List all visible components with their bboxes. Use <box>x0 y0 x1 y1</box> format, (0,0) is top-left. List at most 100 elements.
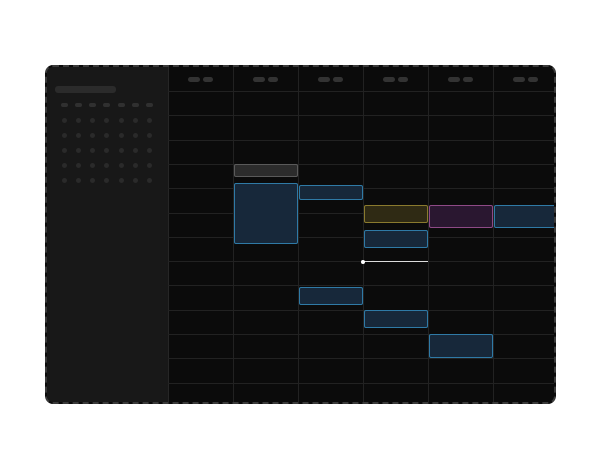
day-dot <box>104 117 110 123</box>
mini-calendar-day[interactable] <box>86 162 100 168</box>
mini-calendar-day[interactable] <box>86 132 100 138</box>
hour-divider <box>168 358 554 360</box>
hour-divider <box>168 139 554 141</box>
day-dot <box>90 132 96 138</box>
day-dot <box>118 117 124 123</box>
day-dot <box>75 147 81 153</box>
calendar-event[interactable] <box>364 309 428 328</box>
mini-calendar-day[interactable] <box>114 177 128 183</box>
calendar-event[interactable] <box>364 229 428 248</box>
day-dot <box>133 177 139 183</box>
calendar-event[interactable] <box>299 184 363 201</box>
day-dot <box>74 103 82 107</box>
day-dot <box>147 132 153 138</box>
day-name-placeholder <box>188 76 200 82</box>
day-dot <box>75 132 81 138</box>
mini-calendar-day[interactable] <box>143 147 157 153</box>
day-dot <box>147 117 153 123</box>
mini-calendar <box>57 102 157 183</box>
day-dot <box>133 117 139 123</box>
day-dot <box>104 147 110 153</box>
current-time-line <box>363 261 428 263</box>
mini-calendar-day[interactable] <box>143 117 157 123</box>
mini-calendar-day[interactable] <box>100 117 114 123</box>
mini-calendar-day[interactable] <box>114 147 128 153</box>
mini-calendar-weekday <box>143 102 157 108</box>
sidebar <box>47 67 169 402</box>
mini-calendar-day[interactable] <box>114 162 128 168</box>
day-column-header[interactable] <box>298 67 363 91</box>
mini-calendar-day[interactable] <box>71 162 85 168</box>
mini-calendar-day[interactable] <box>86 147 100 153</box>
day-dot <box>61 147 67 153</box>
mini-calendar-day[interactable] <box>57 117 71 123</box>
mini-calendar-day[interactable] <box>114 117 128 123</box>
day-dot <box>117 103 125 107</box>
mini-calendar-day[interactable] <box>71 117 85 123</box>
calendar-event[interactable] <box>364 205 428 224</box>
mini-calendar-day[interactable] <box>100 147 114 153</box>
mini-calendar-day[interactable] <box>57 162 71 168</box>
day-column-header[interactable] <box>428 67 493 91</box>
day-dot <box>118 177 124 183</box>
mini-calendar-day[interactable] <box>128 117 142 123</box>
mini-calendar-weekday <box>100 102 114 108</box>
mini-calendar-day[interactable] <box>86 117 100 123</box>
mini-calendar-day[interactable] <box>57 147 71 153</box>
day-dot <box>61 177 67 183</box>
day-number-placeholder <box>203 76 213 82</box>
calendar-event[interactable] <box>234 163 298 178</box>
mini-calendar-day[interactable] <box>143 132 157 138</box>
mini-calendar-day[interactable] <box>100 162 114 168</box>
day-number-placeholder <box>463 76 473 82</box>
calendar-event[interactable] <box>234 183 298 245</box>
mini-calendar-weekday <box>71 102 85 108</box>
mini-calendar-day[interactable] <box>128 132 142 138</box>
mini-calendar-day[interactable] <box>71 132 85 138</box>
day-dot <box>133 147 139 153</box>
calendar-event[interactable] <box>429 205 493 229</box>
day-dot <box>61 117 67 123</box>
mini-calendar-day[interactable] <box>57 177 71 183</box>
mini-calendar-day[interactable] <box>128 162 142 168</box>
day-dot <box>104 132 110 138</box>
mini-calendar-day[interactable] <box>57 132 71 138</box>
mini-calendar-weekday <box>57 102 71 108</box>
day-dot <box>89 103 97 107</box>
mini-calendar-weekday <box>86 102 100 108</box>
mini-calendar-day[interactable] <box>128 147 142 153</box>
day-column-header[interactable] <box>233 67 298 91</box>
day-dot <box>147 147 153 153</box>
day-dot <box>103 103 111 107</box>
mini-calendar-day[interactable] <box>71 177 85 183</box>
mini-calendar-day[interactable] <box>86 177 100 183</box>
day-name-placeholder <box>253 76 265 82</box>
day-column-header[interactable] <box>168 67 233 91</box>
day-dot <box>75 162 81 168</box>
mini-calendar-day[interactable] <box>100 132 114 138</box>
mini-calendar-day[interactable] <box>114 132 128 138</box>
mini-calendar-day[interactable] <box>128 177 142 183</box>
day-dot <box>104 177 110 183</box>
week-grid[interactable] <box>168 67 554 402</box>
calendar-event[interactable] <box>429 334 493 359</box>
day-column-header[interactable] <box>363 67 428 91</box>
calendar-event[interactable] <box>494 205 554 229</box>
mini-calendar-day[interactable] <box>100 177 114 183</box>
hour-divider <box>168 163 554 165</box>
mini-calendar-day[interactable] <box>143 162 157 168</box>
mini-calendar-weekday <box>114 102 128 108</box>
day-number-placeholder <box>268 76 278 82</box>
calendar-event[interactable] <box>299 286 363 305</box>
day-dot <box>118 147 124 153</box>
hour-divider <box>168 236 554 238</box>
day-column-header[interactable] <box>493 67 554 91</box>
mini-calendar-day[interactable] <box>143 177 157 183</box>
mini-calendar-day[interactable] <box>71 147 85 153</box>
day-dot <box>147 177 153 183</box>
mini-calendar-weekday <box>128 102 142 108</box>
day-dot <box>90 162 96 168</box>
column-divider <box>493 67 494 402</box>
day-dot <box>90 147 96 153</box>
day-dot <box>90 177 96 183</box>
